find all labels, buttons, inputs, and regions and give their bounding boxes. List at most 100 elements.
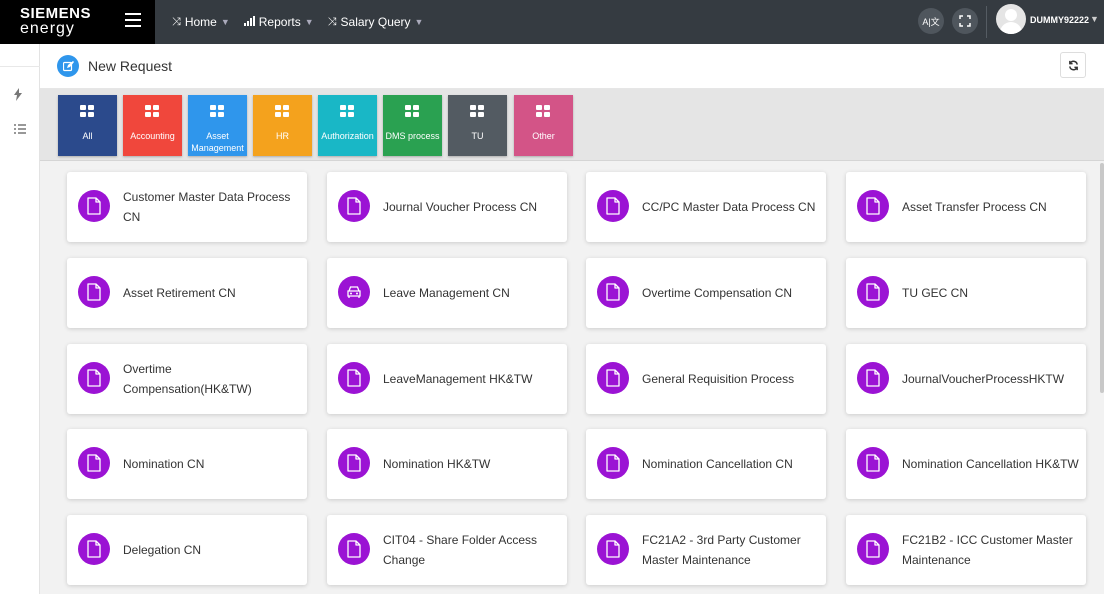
category-tile-authorization[interactable]: Authorization xyxy=(318,95,377,156)
category-label: Asset Management xyxy=(191,131,244,153)
request-card[interactable]: Customer Master Data Process CN xyxy=(67,172,307,242)
nav-reports[interactable]: Reports ▼ xyxy=(243,15,314,29)
request-card[interactable]: Journal Voucher Process CN xyxy=(327,172,567,242)
translate-icon: A|文 xyxy=(922,16,940,27)
grid-icon xyxy=(145,105,160,118)
category-tile-hr[interactable]: HR xyxy=(253,95,312,156)
request-card[interactable]: Asset Transfer Process CN xyxy=(846,172,1086,242)
request-card[interactable]: Nomination CN xyxy=(67,429,307,499)
nav-home-label: Home xyxy=(184,15,217,29)
request-card[interactable]: LeaveManagement HK&TW xyxy=(327,344,567,414)
topbar-divider xyxy=(986,6,987,38)
request-card[interactable]: CC/PC Master Data Process CN xyxy=(586,172,826,242)
chevron-down-icon: ▼ xyxy=(220,17,230,27)
username[interactable]: DUMMY92222 xyxy=(1030,15,1089,25)
brand-line-1: SIEMENS xyxy=(20,5,92,22)
bar-chart-icon xyxy=(243,15,255,29)
grid-icon xyxy=(405,105,420,118)
request-card[interactable]: Nomination Cancellation CN xyxy=(586,429,826,499)
lightning-icon[interactable] xyxy=(14,88,22,104)
request-card-title: TU GEC CN xyxy=(902,286,968,300)
request-card-title: Nomination Cancellation HK&TW xyxy=(902,457,1079,471)
brand-logo[interactable]: SIEMENS energy xyxy=(0,0,155,44)
hamburger-menu-icon[interactable] xyxy=(125,13,141,27)
category-tile-other[interactable]: Other xyxy=(514,95,573,156)
fullscreen-button[interactable] xyxy=(952,8,978,34)
request-card[interactable]: General Requisition Process xyxy=(586,344,826,414)
nav-salary-query[interactable]: ⤨ Salary Query ▼ xyxy=(328,15,424,29)
request-card[interactable]: Nomination HK&TW xyxy=(327,429,567,499)
document-icon xyxy=(597,276,629,308)
category-tile-all[interactable]: All xyxy=(58,95,117,156)
request-card[interactable]: JournalVoucherProcessHKTW xyxy=(846,344,1086,414)
request-card-title: JournalVoucherProcessHKTW xyxy=(902,372,1065,386)
request-card[interactable]: Overtime Compensation CN xyxy=(586,258,826,328)
scrollbar[interactable] xyxy=(1100,163,1104,393)
brand-line-2: energy xyxy=(20,20,75,37)
page-title: New Request xyxy=(88,58,173,74)
request-card-title: LeaveManagement HK&TW xyxy=(383,372,533,386)
category-tile-dms-process[interactable]: DMS process xyxy=(383,95,442,156)
request-card[interactable]: Leave Management CN xyxy=(327,258,567,328)
document-icon xyxy=(78,533,110,565)
category-tile-accounting[interactable]: Accounting xyxy=(123,95,182,156)
document-icon xyxy=(857,276,889,308)
document-icon xyxy=(857,533,889,565)
request-card-title: General Requisition Process xyxy=(642,372,795,386)
document-icon xyxy=(78,276,110,308)
request-card[interactable]: Delegation CN xyxy=(67,515,307,585)
request-card[interactable]: Overtime Compensation(HK&TW) xyxy=(67,344,307,414)
document-icon xyxy=(597,533,629,565)
page-header: New Request xyxy=(40,44,1104,89)
document-icon xyxy=(857,190,889,222)
request-card-title: Nomination Cancellation CN xyxy=(642,457,793,471)
avatar[interactable] xyxy=(996,4,1026,34)
request-card[interactable]: FC21B2 - ICC Customer Master Maintenance xyxy=(846,515,1086,585)
nav-home[interactable]: ⤨ Home ▼ xyxy=(172,15,230,29)
category-label: Other xyxy=(532,131,555,141)
document-icon xyxy=(597,190,629,222)
request-card-title: Journal Voucher Process CN xyxy=(383,200,538,214)
nav-reports-label: Reports xyxy=(258,15,301,29)
request-card-title: Nomination HK&TW xyxy=(383,457,491,471)
category-tile-tu[interactable]: TU xyxy=(448,95,507,156)
grid-icon xyxy=(275,105,290,118)
request-card-title: FC21B2 - ICC Customer Master Maintenance xyxy=(902,533,1073,567)
category-label: TU xyxy=(471,131,484,141)
request-card[interactable]: Asset Retirement CN xyxy=(67,258,307,328)
request-card-title: Customer Master Data Process CN xyxy=(123,190,291,224)
request-card-title: Leave Management CN xyxy=(383,286,510,300)
request-card[interactable]: Nomination Cancellation HK&TW xyxy=(846,429,1086,499)
request-card-title: Overtime Compensation(HK&TW) xyxy=(123,362,252,396)
car-icon xyxy=(338,276,370,308)
document-icon xyxy=(338,190,370,222)
request-card[interactable]: CIT04 - Share Folder Access Change xyxy=(327,515,567,585)
document-icon xyxy=(338,362,370,394)
document-icon xyxy=(78,362,110,394)
request-card[interactable]: FC21A2 - 3rd Party Customer Master Maint… xyxy=(586,515,826,585)
translate-button[interactable]: A|文 xyxy=(918,8,944,34)
grid-icon xyxy=(340,105,355,118)
request-card-title: Overtime Compensation CN xyxy=(642,286,793,300)
refresh-button[interactable] xyxy=(1060,52,1086,78)
category-label: Authorization xyxy=(321,131,374,141)
task-list-icon[interactable] xyxy=(14,124,26,138)
grid-icon xyxy=(80,105,95,118)
request-card-title: Asset Retirement CN xyxy=(123,286,236,300)
main-nav: ⤨ Home ▼ Reports ▼ ⤨ Salary Query ▼ xyxy=(172,0,437,44)
chevron-down-icon[interactable]: ▼ xyxy=(1090,14,1099,24)
request-card[interactable]: TU GEC CN xyxy=(846,258,1086,328)
document-icon xyxy=(78,190,110,222)
chevron-down-icon: ▼ xyxy=(414,17,424,27)
shuffle-icon: ⤨ xyxy=(327,15,337,28)
request-card-title: Asset Transfer Process CN xyxy=(902,200,1047,214)
top-navbar: SIEMENS energy ⤨ Home ▼ Reports ▼ ⤨ Sala… xyxy=(0,0,1104,44)
category-label: DMS process xyxy=(385,131,440,141)
left-sidebar xyxy=(0,44,40,594)
document-icon xyxy=(857,447,889,479)
refresh-icon xyxy=(1068,60,1078,70)
request-grid: Customer Master Data Process CN Journal V… xyxy=(40,162,1104,594)
nav-salary-query-label: Salary Query xyxy=(340,15,411,29)
category-tile-asset-management[interactable]: Asset Management xyxy=(188,95,247,156)
document-icon xyxy=(78,447,110,479)
